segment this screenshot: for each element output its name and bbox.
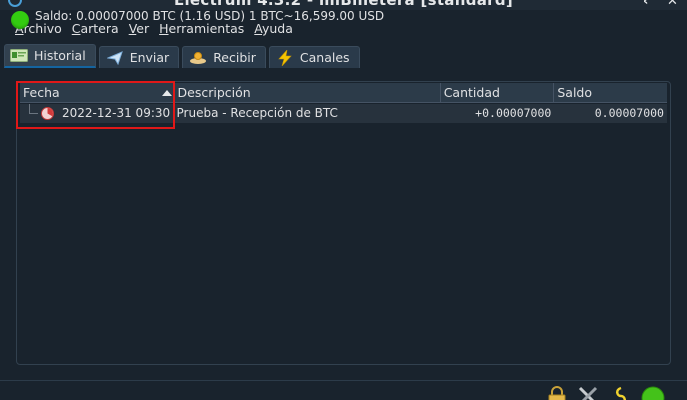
- minimize-icon[interactable]: ‹: [643, 0, 648, 9]
- table-row[interactable]: 2022-12-31 09:30 Prueba - Recepción de B…: [20, 104, 667, 123]
- network-status-icon[interactable]: [641, 386, 665, 400]
- main-tabs: Historial Enviar Recibir Canales: [4, 44, 363, 68]
- connection-status-icon: [11, 11, 29, 29]
- column-header-fecha[interactable]: Fecha: [20, 83, 175, 103]
- column-header-saldo-label: Saldo: [557, 85, 593, 100]
- close-icon[interactable]: ✕: [667, 0, 678, 9]
- tab-historial[interactable]: Historial: [4, 44, 96, 68]
- column-header-descripcion[interactable]: Descripción: [175, 83, 441, 103]
- column-header-cantidad[interactable]: Cantidad: [441, 83, 555, 103]
- row-balance: 0.00007000: [594, 106, 664, 120]
- window-title: Electrum 4.3.2 - miBilletera [standard]: [173, 0, 514, 9]
- tab-historial-label: Historial: [34, 48, 86, 63]
- send-icon: [106, 50, 124, 65]
- receive-icon: [189, 51, 207, 65]
- row-description: Prueba - Recepción de BTC: [176, 106, 338, 120]
- history-header: Fecha Descripción Cantidad Saldo: [20, 83, 667, 103]
- tab-recibir-label: Recibir: [213, 50, 256, 65]
- tree-branch-line: [29, 104, 38, 114]
- column-header-fecha-label: Fecha: [23, 85, 60, 100]
- tab-enviar-label: Enviar: [129, 50, 170, 65]
- lightning-icon: [276, 49, 294, 66]
- sort-ascending-icon: [161, 90, 172, 96]
- seed-icon[interactable]: [609, 386, 633, 400]
- tools-icon[interactable]: [576, 386, 600, 400]
- balance-status-text: Saldo: 0.00007000 BTC (1.16 USD) 1 BTC~1…: [35, 9, 385, 23]
- column-header-saldo[interactable]: Saldo: [554, 83, 667, 103]
- column-header-cantidad-label: Cantidad: [443, 85, 500, 100]
- tab-canales-label: Canales: [299, 50, 350, 65]
- tab-enviar[interactable]: Enviar: [98, 46, 180, 68]
- row-amount: +0.00007000: [475, 106, 552, 120]
- row-date: 2022-12-31 09:30: [62, 106, 171, 120]
- tab-canales[interactable]: Canales: [268, 46, 360, 68]
- history-panel: Fecha Descripción Cantidad Saldo 2022-12…: [16, 81, 671, 365]
- lock-icon[interactable]: [545, 386, 569, 400]
- row-date-cell: 2022-12-31 09:30: [20, 104, 175, 123]
- tab-recibir[interactable]: Recibir: [182, 46, 266, 68]
- confirmation-clock-icon: [41, 107, 54, 120]
- column-header-descripcion-label: Descripción: [177, 85, 251, 100]
- history-icon: [10, 49, 28, 63]
